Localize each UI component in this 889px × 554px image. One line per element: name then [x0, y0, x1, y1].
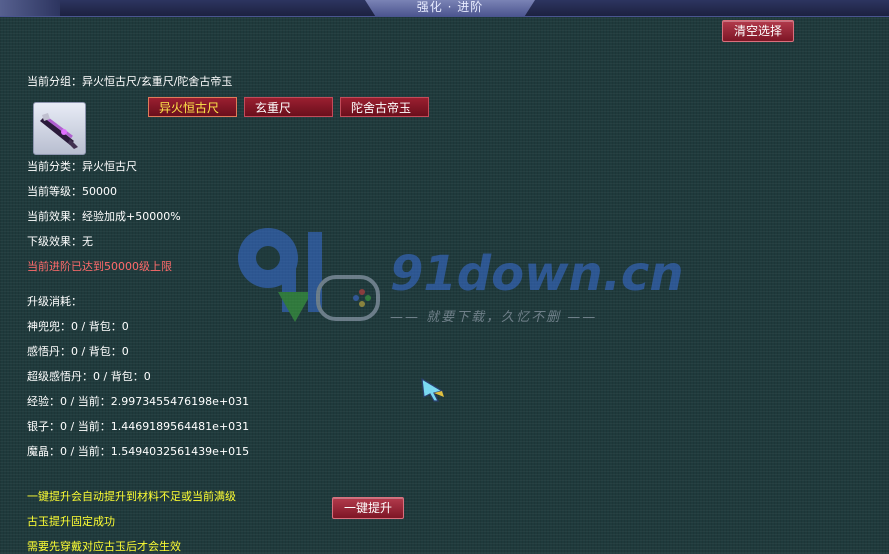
- watermark: 91down.cn —— 就要下载，久忆不删 ——: [230, 222, 684, 332]
- one-click-upgrade-button[interactable]: 一键提升: [332, 497, 404, 519]
- title-bar: 强化 · 进阶: [0, 0, 889, 17]
- cost-line: 超级感悟丹：0 / 背包：0: [27, 370, 151, 383]
- current-level: 当前等级：50000: [27, 185, 117, 198]
- next-effect: 下级效果：无: [27, 235, 93, 248]
- title-bar-ornament: [0, 0, 60, 16]
- watermark-site: 91down.cn: [390, 246, 684, 302]
- note-line: 需要先穿戴对应古玉后才会生效: [27, 540, 181, 553]
- group-button-tuoshe[interactable]: 陀舍古帝玉: [340, 97, 429, 117]
- current-category: 当前分类：异火恒古尺: [27, 160, 137, 173]
- note-line: 古玉提升固定成功: [27, 515, 115, 528]
- current-group-label: 当前分组：异火恒古尺/玄重尺/陀舍古帝玉: [27, 75, 233, 88]
- cost-line: 经验：0 / 当前：2.9973455476198e+031: [27, 395, 250, 408]
- group-button-yihuo[interactable]: 异火恒古尺: [148, 97, 237, 117]
- item-slot[interactable]: [33, 102, 86, 155]
- clear-selection-button[interactable]: 清空选择: [722, 20, 794, 42]
- cost-line: 神兜兜：0 / 背包：0: [27, 320, 129, 333]
- max-level-notice: 当前进阶已达到50000级上限: [27, 260, 172, 273]
- watermark-slogan: —— 就要下载，久忆不删 ——: [390, 310, 598, 325]
- group-button-xuanzhong[interactable]: 玄重尺: [244, 97, 333, 117]
- cost-line: 魔晶：0 / 当前：1.5494032561439e+015: [27, 445, 250, 458]
- current-effect: 当前效果：经验加成+50000%: [27, 210, 181, 223]
- cost-title: 升级消耗：: [27, 295, 82, 308]
- cost-line: 感悟丹：0 / 背包：0: [27, 345, 129, 358]
- note-line: 一键提升会自动提升到材料不足或当前满级: [27, 490, 236, 503]
- sword-item-icon: [40, 113, 78, 149]
- cursor-icon: [421, 377, 444, 402]
- cost-line: 银子：0 / 当前：1.4469189564481e+031: [27, 420, 250, 433]
- window-title: 强化 · 进阶: [416, 0, 484, 14]
